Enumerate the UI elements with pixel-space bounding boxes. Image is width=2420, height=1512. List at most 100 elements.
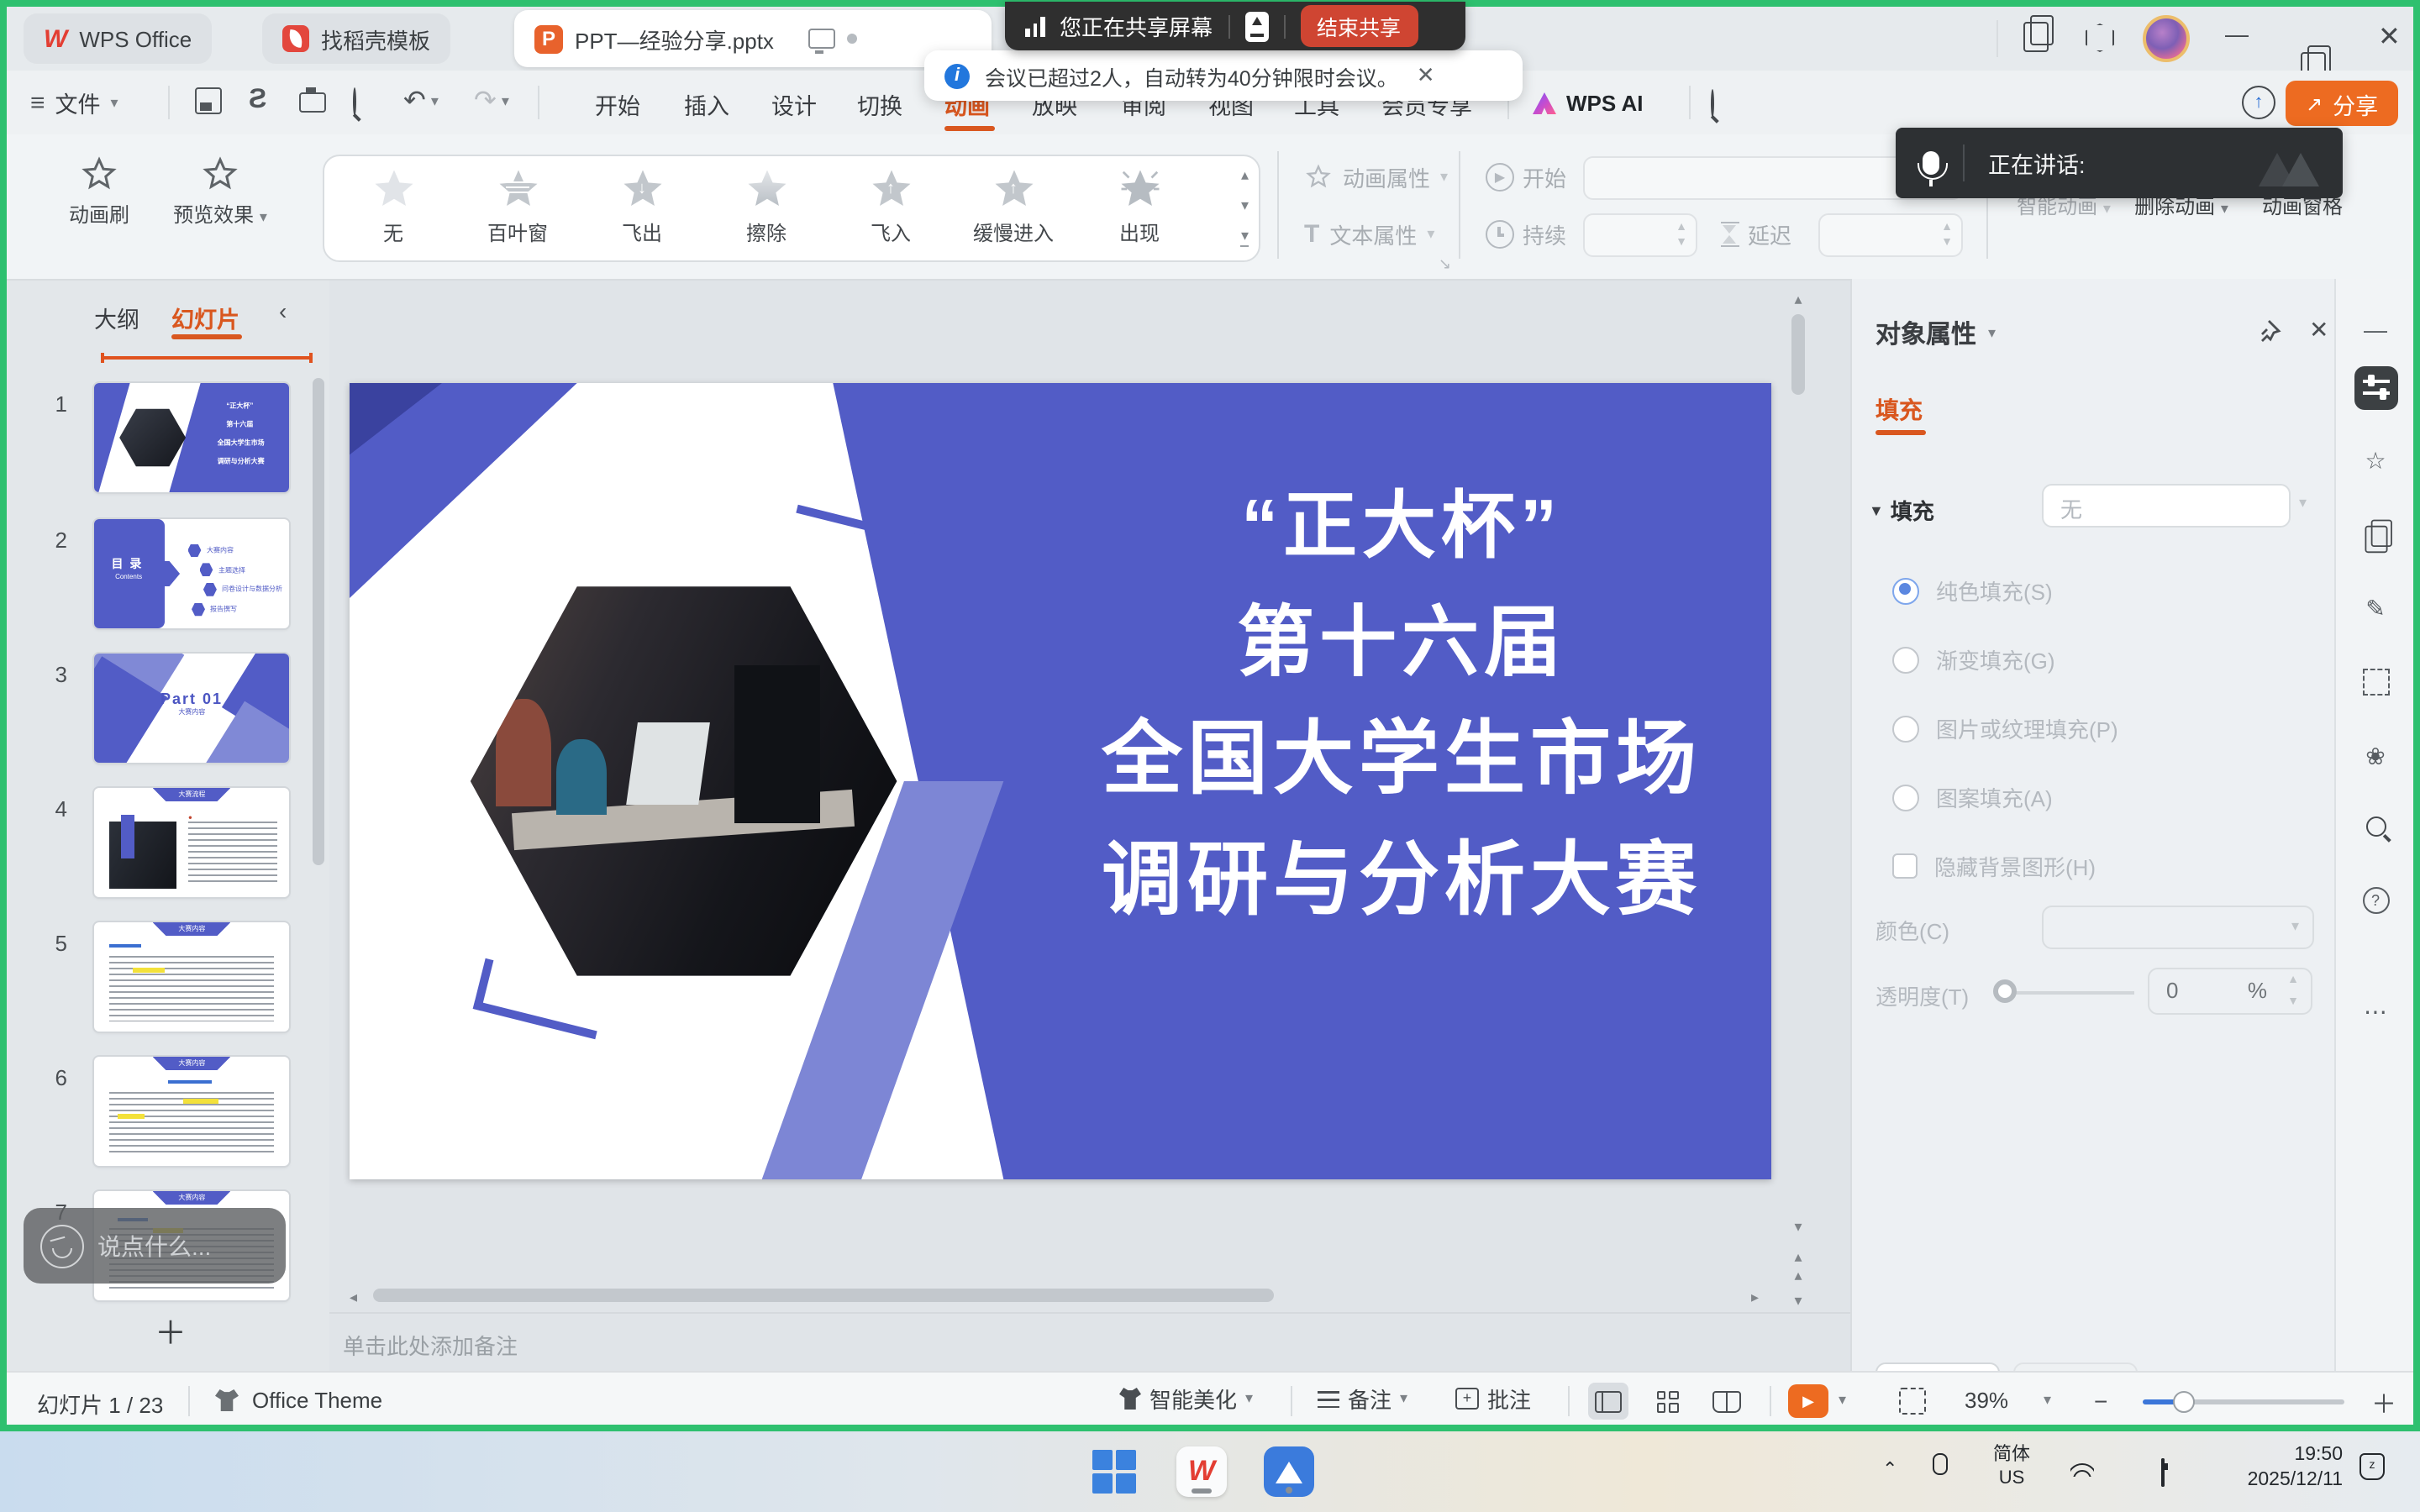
- tray-wifi-icon[interactable]: [2070, 1460, 2094, 1477]
- fill-section-header[interactable]: ▼ 填充: [1869, 494, 1934, 526]
- vscroll-up-icon[interactable]: ▴: [1788, 291, 1808, 309]
- slide-thumbnail-4[interactable]: 大赛流程 ●: [94, 788, 289, 897]
- smart-beautify-button[interactable]: 智能美化 ▾: [1119, 1383, 1253, 1415]
- strip-design-leaf-icon[interactable]: ❀: [2365, 743, 2385, 771]
- zoom-slider-track[interactable]: [2183, 1399, 2344, 1404]
- zoom-value[interactable]: 39%: [1965, 1388, 2008, 1413]
- slide-title-block[interactable]: “正大杯” 第十六届 全国大学生市场 调研与分析大赛: [1046, 470, 1757, 942]
- preview-effect-button[interactable]: 预览效果 ▾: [168, 155, 272, 228]
- tray-notification-icon[interactable]: z: [2360, 1453, 2385, 1480]
- slideshow-play-button[interactable]: ▶: [1788, 1384, 1828, 1418]
- fill-picture-option[interactable]: 图片或纹理填充(P): [1892, 712, 2118, 744]
- slide-thumbnail-6[interactable]: 大赛内容: [94, 1057, 289, 1166]
- fill-pattern-option[interactable]: 图案填充(A): [1892, 781, 2053, 813]
- fit-slide-icon[interactable]: [1899, 1388, 1926, 1415]
- tab-slides-active[interactable]: 幻灯片: [171, 301, 239, 334]
- meeting-chat-bubble[interactable]: 说点什么...: [24, 1208, 286, 1284]
- play-options-chevron-icon[interactable]: ▾: [1839, 1391, 1846, 1410]
- animation-brush-button[interactable]: 动画刷: [57, 155, 141, 228]
- strip-more-icon[interactable]: ⋯: [2364, 998, 2387, 1026]
- strip-crop-icon[interactable]: [2362, 669, 2389, 696]
- wps-ai-button[interactable]: WPS AI: [1533, 91, 1644, 116]
- spinner-up-icon[interactable]: ▲: [2287, 974, 2299, 986]
- notes-button[interactable]: 备注 ▾: [1318, 1383, 1407, 1415]
- slide-photo-hexagon[interactable]: [471, 575, 897, 989]
- fill-dropdown-chevron-icon[interactable]: ▾: [2299, 494, 2307, 512]
- hscroll-thumb[interactable]: [373, 1289, 1274, 1302]
- close-button[interactable]: ✕: [2378, 20, 2401, 54]
- save-icon[interactable]: [195, 87, 222, 114]
- zoom-in-icon[interactable]: ＋: [2371, 1386, 2396, 1421]
- tray-clock[interactable]: 19:50 2025/12/11: [2235, 1443, 2343, 1494]
- fill-solid-option[interactable]: 纯色填充(S): [1892, 575, 2053, 606]
- transparency-slider-track[interactable]: [2000, 991, 2134, 995]
- menu-home[interactable]: 开始: [595, 87, 640, 121]
- tab-outline[interactable]: 大纲: [94, 301, 139, 334]
- panel-close-icon[interactable]: ✕: [2309, 316, 2328, 344]
- dialog-launcher-icon[interactable]: ↘: [1439, 255, 1451, 274]
- gallery-more-icon[interactable]: ▾: [1241, 227, 1249, 247]
- search-icon[interactable]: [1711, 91, 1714, 116]
- pin-icon[interactable]: [2259, 319, 2282, 343]
- menu-transition[interactable]: 切换: [857, 87, 902, 121]
- zoom-out-icon[interactable]: −: [2094, 1388, 2107, 1415]
- strip-effects-star-icon[interactable]: ☆: [2365, 447, 2386, 475]
- file-menu[interactable]: ≡ 文件 ▾: [30, 71, 118, 134]
- share-select-icon[interactable]: [1244, 11, 1268, 41]
- gallery-scroll-down-icon[interactable]: ▾: [1241, 197, 1249, 215]
- effect-fly-out[interactable]: ↓ 飞出: [587, 166, 697, 247]
- tab-wps-office[interactable]: W WPS Office: [24, 13, 212, 64]
- strip-find-icon[interactable]: [2365, 816, 2386, 837]
- gallery-scroll-up-icon[interactable]: ▴: [1241, 166, 1249, 185]
- vscroll-thumb[interactable]: [1791, 314, 1805, 395]
- color-dropdown[interactable]: ▾: [2042, 906, 2314, 949]
- tab-docer-templates[interactable]: 找稻壳模板: [262, 13, 450, 64]
- strip-properties-icon-active[interactable]: [2354, 366, 2397, 410]
- next-slide-icon[interactable]: ▾: [1788, 1292, 1808, 1310]
- add-slide-button[interactable]: ＋: [155, 1309, 187, 1354]
- view-sorter-button[interactable]: [1647, 1383, 1687, 1420]
- workspace-cube-icon[interactable]: [2086, 24, 2114, 52]
- ime-indicator[interactable]: 简体 US: [1993, 1445, 2030, 1491]
- fill-tab[interactable]: 填充: [1876, 393, 1923, 427]
- strip-help-icon[interactable]: ?: [2362, 887, 2389, 914]
- collapse-panel-icon[interactable]: ‹: [279, 297, 287, 324]
- theme-name[interactable]: Office Theme: [252, 1388, 382, 1413]
- zoom-slider-thumb[interactable]: [2173, 1391, 2195, 1413]
- strip-shapes-icon[interactable]: [2365, 526, 2387, 553]
- taskbar-wps-icon[interactable]: W: [1176, 1446, 1227, 1497]
- effect-blinds[interactable]: 百叶窗: [462, 166, 573, 247]
- menu-design[interactable]: 设计: [771, 87, 817, 121]
- slide-thumbnail-5[interactable]: 大赛内容: [94, 922, 289, 1032]
- hide-background-option[interactable]: 隐藏背景图形(H): [1892, 850, 2096, 882]
- minimize-button[interactable]: —: [2225, 20, 2249, 47]
- multi-window-icon[interactable]: [2023, 22, 2049, 52]
- zoom-chevron-icon[interactable]: ▾: [2044, 1391, 2051, 1410]
- menu-insert[interactable]: 插入: [684, 87, 729, 121]
- toast-close-icon[interactable]: ✕: [1417, 62, 1435, 89]
- avatar[interactable]: [2143, 15, 2190, 62]
- fill-gradient-option[interactable]: 渐变填充(G): [1892, 643, 2055, 675]
- share-button[interactable]: ↗ 分享: [2286, 81, 2398, 126]
- prev-slide-icon[interactable]: ▴▴: [1788, 1248, 1808, 1285]
- effect-wipe[interactable]: 擦除: [711, 166, 822, 247]
- tab-document[interactable]: P PPT—经验分享.pptx: [514, 10, 992, 67]
- tray-mic-icon[interactable]: [1933, 1453, 1948, 1475]
- slide-thumbnail-2[interactable]: 目 录 Contents 大赛内容 主题选择 问卷设计与数据分析 报告撰写: [94, 519, 289, 628]
- thumbnails-scrollbar[interactable]: [313, 378, 324, 865]
- print-icon[interactable]: [299, 92, 326, 113]
- hscroll-left-icon[interactable]: ◂: [350, 1289, 357, 1307]
- view-normal-button[interactable]: [1588, 1383, 1628, 1420]
- export-pdf-icon[interactable]: Ƨ: [249, 86, 266, 116]
- view-reading-button[interactable]: [1706, 1383, 1746, 1420]
- strip-collapse-icon[interactable]: —: [2364, 316, 2387, 343]
- fill-type-dropdown[interactable]: 无: [2042, 484, 2291, 528]
- slide-editor[interactable]: “正大杯” 第十六届 全国大学生市场 调研与分析大赛: [350, 383, 1771, 1179]
- undo-button[interactable]: ↶▾: [403, 84, 439, 118]
- transparency-slider-thumb[interactable]: [1993, 979, 2017, 1003]
- redo-button[interactable]: ↷▾: [474, 84, 509, 118]
- upload-cloud-icon[interactable]: ↑: [2242, 86, 2275, 119]
- effect-fly-in[interactable]: ↑ 飞入: [835, 166, 946, 247]
- effect-slow-enter[interactable]: ↑ 缓慢进入: [950, 166, 1077, 247]
- vscroll-down-icon[interactable]: ▾: [1788, 1218, 1808, 1236]
